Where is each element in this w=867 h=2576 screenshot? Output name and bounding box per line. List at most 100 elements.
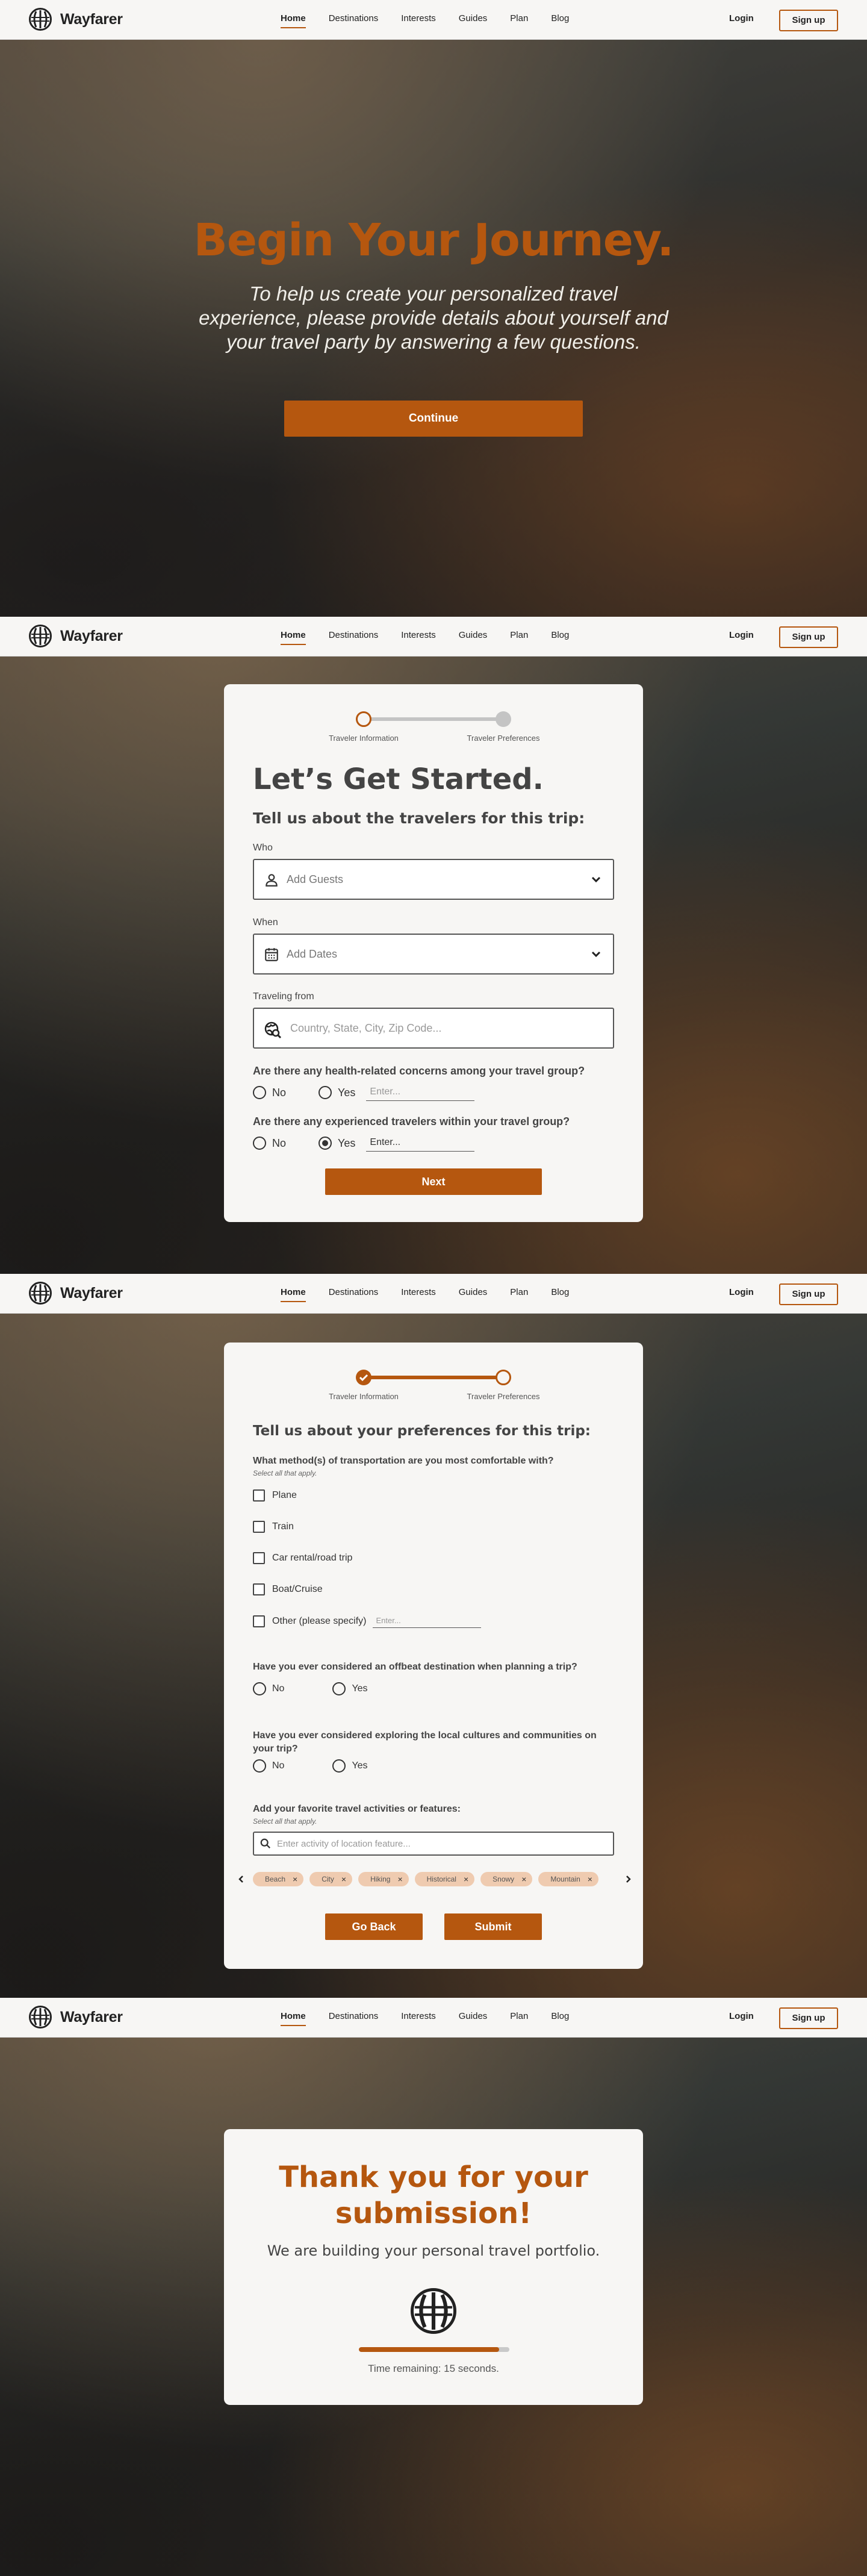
nav-home[interactable]: Home bbox=[281, 630, 306, 645]
chevron-right-icon[interactable] bbox=[624, 1875, 632, 1883]
nav-plan[interactable]: Plan bbox=[510, 630, 528, 645]
experienced-no-radio[interactable] bbox=[253, 1137, 266, 1150]
login-link[interactable]: Login bbox=[729, 2011, 754, 2021]
nav-plan[interactable]: Plan bbox=[510, 2011, 528, 2026]
chip-historical[interactable]: Historical × bbox=[414, 1872, 475, 1886]
submit-button[interactable]: Submit bbox=[444, 1913, 542, 1940]
health-details-input[interactable]: Enter... bbox=[366, 1084, 475, 1101]
nav-destinations[interactable]: Destinations bbox=[329, 630, 379, 645]
activity-search-input[interactable]: Enter activity of location feature... bbox=[253, 1832, 614, 1856]
nav-guides[interactable]: Guides bbox=[459, 2011, 488, 2026]
transport-option-train[interactable]: Train bbox=[253, 1521, 294, 1533]
nav-blog[interactable]: Blog bbox=[551, 13, 569, 28]
other-transport-input[interactable]: Enter... bbox=[372, 1615, 481, 1628]
step-1-complete-icon[interactable] bbox=[356, 1370, 371, 1385]
nav-plan[interactable]: Plan bbox=[510, 13, 528, 28]
chip-city[interactable]: City × bbox=[309, 1872, 353, 1886]
checkbox[interactable] bbox=[253, 1552, 265, 1564]
globe-logo-icon bbox=[29, 625, 52, 647]
login-link[interactable]: Login bbox=[729, 630, 754, 640]
close-icon[interactable]: × bbox=[521, 1874, 526, 1884]
close-icon[interactable]: × bbox=[293, 1874, 297, 1884]
close-icon[interactable]: × bbox=[397, 1874, 402, 1884]
local-no-radio[interactable] bbox=[253, 1759, 266, 1773]
chevron-left-icon[interactable] bbox=[237, 1875, 246, 1883]
origin-input[interactable]: Country, State, City, Zip Code... bbox=[253, 1008, 614, 1049]
signup-button[interactable]: Sign up bbox=[779, 1283, 838, 1305]
nav-guides[interactable]: Guides bbox=[459, 13, 488, 28]
experienced-radio-group: No Yes Enter... bbox=[253, 1135, 475, 1152]
nav-plan[interactable]: Plan bbox=[510, 1287, 528, 1302]
guests-select[interactable]: Add Guests bbox=[253, 859, 614, 900]
nav-blog[interactable]: Blog bbox=[551, 630, 569, 645]
close-icon[interactable]: × bbox=[588, 1874, 592, 1884]
transport-option-other[interactable]: Other (please specify) Enter... bbox=[253, 1615, 481, 1628]
checkbox[interactable] bbox=[253, 1583, 265, 1595]
nav-interests[interactable]: Interests bbox=[401, 2011, 436, 2026]
checkbox[interactable] bbox=[253, 1615, 265, 1627]
transport-option-boat[interactable]: Boat/Cruise bbox=[253, 1583, 323, 1595]
health-yes-radio[interactable] bbox=[319, 1086, 332, 1099]
checkbox[interactable] bbox=[253, 1489, 265, 1502]
nav-interests[interactable]: Interests bbox=[401, 13, 436, 28]
local-culture-radio-group: No Yes bbox=[253, 1759, 368, 1773]
stepper-track bbox=[364, 717, 503, 721]
brand[interactable]: Wayfarer bbox=[29, 625, 123, 647]
nav-destinations[interactable]: Destinations bbox=[329, 13, 379, 28]
transport-option-plane[interactable]: Plane bbox=[253, 1489, 297, 1502]
transport-option-car[interactable]: Car rental/road trip bbox=[253, 1552, 352, 1564]
chevron-down-icon bbox=[591, 951, 601, 958]
signup-button[interactable]: Sign up bbox=[779, 10, 838, 31]
close-icon[interactable]: × bbox=[341, 1874, 346, 1884]
offbeat-yes-radio[interactable] bbox=[332, 1682, 346, 1695]
health-no-radio[interactable] bbox=[253, 1086, 266, 1099]
step-2-dot[interactable] bbox=[496, 1370, 511, 1385]
brand[interactable]: Wayfarer bbox=[29, 1282, 123, 1305]
dates-select[interactable]: Add Dates bbox=[253, 934, 614, 975]
chip-hiking[interactable]: Hiking × bbox=[358, 1872, 409, 1886]
person-icon bbox=[266, 874, 278, 887]
nav-destinations[interactable]: Destinations bbox=[329, 1287, 379, 1302]
chip-snowy[interactable]: Snowy × bbox=[480, 1872, 533, 1886]
nav-destinations[interactable]: Destinations bbox=[329, 2011, 379, 2026]
signup-button[interactable]: Sign up bbox=[779, 2007, 838, 2029]
confirmation-card: Thank you for your submission! We are bu… bbox=[224, 2129, 643, 2405]
chip-beach[interactable]: Beach × bbox=[253, 1872, 304, 1886]
brand[interactable]: Wayfarer bbox=[29, 2006, 123, 2029]
close-icon[interactable]: × bbox=[464, 1874, 468, 1884]
nav-interests[interactable]: Interests bbox=[401, 1287, 436, 1302]
globe-logo-icon bbox=[29, 2006, 52, 2029]
login-link[interactable]: Login bbox=[729, 13, 754, 23]
signup-button[interactable]: Sign up bbox=[779, 626, 838, 648]
nav-blog[interactable]: Blog bbox=[551, 1287, 569, 1302]
nav-home[interactable]: Home bbox=[281, 1287, 306, 1302]
form-card: Traveler Information Traveler Preference… bbox=[224, 1343, 643, 1969]
step-1-dot[interactable] bbox=[356, 711, 371, 727]
nav-guides[interactable]: Guides bbox=[459, 630, 488, 645]
nav-interests[interactable]: Interests bbox=[401, 630, 436, 645]
offbeat-no-radio[interactable] bbox=[253, 1682, 266, 1695]
checkbox[interactable] bbox=[253, 1521, 265, 1533]
nav-home[interactable]: Home bbox=[281, 13, 306, 28]
health-question: Are there any health-related concerns am… bbox=[253, 1065, 585, 1077]
brand-name: Wayfarer bbox=[60, 627, 123, 644]
local-yes-radio[interactable] bbox=[332, 1759, 346, 1773]
globe-search-icon bbox=[264, 1021, 282, 1039]
login-link[interactable]: Login bbox=[729, 1287, 754, 1297]
nav-blog[interactable]: Blog bbox=[551, 2011, 569, 2026]
go-back-button[interactable]: Go Back bbox=[325, 1913, 423, 1940]
brand[interactable]: Wayfarer bbox=[29, 8, 123, 31]
nav-home[interactable]: Home bbox=[281, 2011, 306, 2026]
step-2-dot[interactable] bbox=[496, 711, 511, 727]
thank-you-subtitle: We are building your personal travel por… bbox=[267, 2242, 600, 2259]
experienced-details-input[interactable]: Enter... bbox=[366, 1135, 475, 1152]
transport-question: What method(s) of transportation are you… bbox=[253, 1456, 554, 1466]
brand-name: Wayfarer bbox=[60, 1284, 123, 1302]
next-button[interactable]: Next bbox=[325, 1168, 542, 1195]
submission-confirmation-screen: Wayfarer Home Destinations Interests Gui… bbox=[0, 1998, 867, 2576]
nav-guides[interactable]: Guides bbox=[459, 1287, 488, 1302]
experienced-yes-radio[interactable] bbox=[319, 1137, 332, 1150]
continue-button[interactable]: Continue bbox=[284, 401, 583, 437]
step-1-label: Traveler Information bbox=[329, 1392, 399, 1401]
chip-mountain[interactable]: Mountain × bbox=[538, 1872, 598, 1886]
